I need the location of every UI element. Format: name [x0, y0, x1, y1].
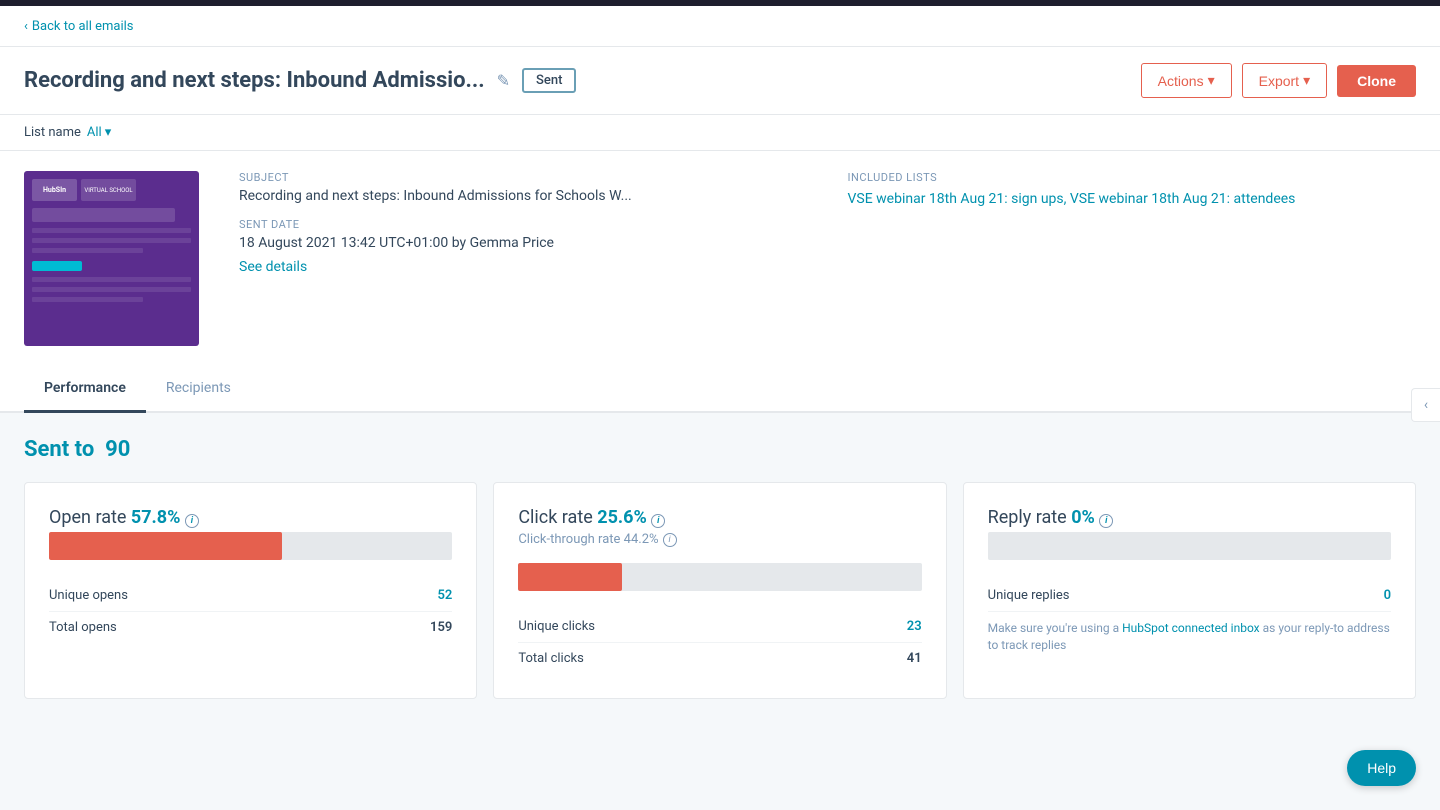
sent-date-label: Sent date — [239, 218, 808, 231]
click-rate-info-icon[interactable]: i — [651, 514, 665, 528]
total-clicks-value: 41 — [907, 651, 922, 666]
thumb-logo-2: VIRTUAL SCHOOL — [81, 179, 136, 201]
click-through-rate-subtitle: Click-through rate 44.2% i — [518, 532, 921, 547]
tab-performance[interactable]: Performance — [24, 366, 146, 413]
export-caret-icon: ▾ — [1303, 72, 1310, 89]
back-arrow-icon: ‹ — [24, 19, 28, 34]
actions-button-label: Actions — [1158, 73, 1204, 89]
reply-rate-progress-container — [988, 532, 1391, 560]
click-rate-progress-container — [518, 563, 921, 591]
export-button-label: Export — [1259, 73, 1299, 89]
click-through-info-icon[interactable]: i — [663, 533, 677, 547]
unique-replies-label: Unique replies — [988, 588, 1070, 603]
sent-to-value: 90 — [105, 437, 130, 462]
breadcrumb-label: Back to all emails — [32, 19, 134, 34]
reply-rate-info-icon[interactable]: i — [1099, 514, 1113, 528]
metrics-grid: Open rate 57.8% i Unique opens 52 Total … — [24, 482, 1416, 699]
performance-section: Sent to 90 Open rate 57.8% i Unique open… — [0, 413, 1440, 723]
list-name-bar: List name All ▾ — [0, 115, 1440, 151]
list-name-value-link[interactable]: All ▾ — [87, 125, 111, 140]
open-rate-progress-container — [49, 532, 452, 560]
actions-caret-icon: ▾ — [1208, 72, 1215, 89]
thumb-logo-row: HubSIn VIRTUAL SCHOOL — [32, 179, 191, 201]
list-name-label: List name — [24, 125, 81, 140]
open-rate-info-icon[interactable]: i — [185, 514, 199, 528]
thumb-line-6 — [32, 297, 143, 302]
right-panel-chevron-icon: ‹ — [1416, 395, 1436, 415]
thumb-line-5 — [32, 287, 191, 292]
header-left: Recording and next steps: Inbound Admiss… — [24, 68, 576, 93]
click-rate-card: Click rate 25.6% i Click-through rate 44… — [493, 482, 946, 699]
thumb-line-2 — [32, 238, 191, 243]
total-opens-value: 159 — [430, 620, 452, 635]
breadcrumb-bar: ‹ Back to all emails — [0, 6, 1440, 47]
total-opens-row: Total opens 159 — [49, 612, 452, 643]
status-badge: Sent — [522, 68, 576, 93]
subject-label: Subject — [239, 171, 808, 184]
email-meta: Subject Recording and next steps: Inboun… — [239, 171, 808, 346]
tab-recipients[interactable]: Recipients — [146, 366, 251, 413]
page-title: Recording and next steps: Inbound Admiss… — [24, 68, 485, 93]
included-lists-section: Included lists VSE webinar 18th Aug 21: … — [848, 171, 1417, 346]
reply-rate-value: 0% — [1071, 507, 1095, 528]
open-rate-progress-fill — [49, 532, 282, 560]
unique-opens-label: Unique opens — [49, 588, 128, 603]
unique-replies-row: Unique replies 0 — [988, 580, 1391, 612]
thumb-line-4 — [32, 277, 191, 282]
tab-recipients-label: Recipients — [166, 380, 231, 396]
unique-opens-value: 52 — [437, 588, 452, 603]
thumb-title-bar — [32, 208, 175, 222]
unique-clicks-row: Unique clicks 23 — [518, 611, 921, 643]
click-through-rate-label: Click-through rate 44.2% — [518, 532, 658, 547]
email-thumbnail: HubSIn VIRTUAL SCHOOL — [24, 171, 199, 346]
sent-date-value: 18 August 2021 13:42 UTC+01:00 by Gemma … — [239, 235, 808, 251]
back-to-all-emails-link[interactable]: ‹ Back to all emails — [24, 19, 133, 34]
help-button[interactable]: Help — [1347, 750, 1416, 786]
total-opens-label: Total opens — [49, 620, 117, 635]
list-name-value: All — [87, 125, 102, 140]
open-rate-title: Open rate 57.8% i — [49, 507, 452, 528]
click-rate-progress-fill — [518, 563, 621, 591]
sent-to-label: Sent to — [24, 437, 94, 462]
unique-replies-value: 0 — [1384, 588, 1391, 603]
included-lists-value[interactable]: VSE webinar 18th Aug 21: sign ups, VSE w… — [848, 188, 1417, 210]
open-rate-value: 57.8% — [131, 507, 181, 528]
thumbnail-inner: HubSIn VIRTUAL SCHOOL — [24, 171, 199, 346]
tab-performance-label: Performance — [44, 380, 126, 396]
edit-icon[interactable]: ✎ — [497, 71, 510, 90]
right-panel-toggle[interactable]: ‹ — [1411, 388, 1440, 422]
hubspot-note-text: Make sure you're using a HubSpot connect… — [988, 620, 1391, 654]
export-button[interactable]: Export ▾ — [1242, 63, 1328, 98]
unique-clicks-value: 23 — [907, 619, 922, 634]
hubspot-note-row: Make sure you're using a HubSpot connect… — [988, 612, 1391, 662]
tabs-section: Performance Recipients — [0, 366, 1440, 413]
unique-clicks-label: Unique clicks — [518, 619, 595, 634]
thumb-line-1 — [32, 228, 191, 233]
click-rate-value: 25.6% — [597, 507, 647, 528]
list-name-caret-icon: ▾ — [105, 125, 112, 140]
total-clicks-label: Total clicks — [518, 651, 583, 666]
unique-opens-row: Unique opens 52 — [49, 580, 452, 612]
email-content-section: HubSIn VIRTUAL SCHOOL Subject Recording … — [0, 151, 1440, 366]
header-right: Actions ▾ Export ▾ Clone — [1141, 63, 1416, 98]
reply-rate-card: Reply rate 0% i Unique replies 0 Make su… — [963, 482, 1416, 699]
included-lists-label: Included lists — [848, 171, 1417, 184]
subject-value: Recording and next steps: Inbound Admiss… — [239, 188, 808, 204]
thumb-cta-button — [32, 261, 82, 271]
click-rate-title: Click rate 25.6% i — [518, 507, 921, 528]
reply-rate-title: Reply rate 0% i — [988, 507, 1391, 528]
page-header: Recording and next steps: Inbound Admiss… — [0, 47, 1440, 115]
thumb-logo-1: HubSIn — [32, 179, 77, 201]
thumb-line-3 — [32, 248, 143, 253]
open-rate-card: Open rate 57.8% i Unique opens 52 Total … — [24, 482, 477, 699]
total-clicks-row: Total clicks 41 — [518, 643, 921, 674]
hubspot-connected-inbox-link[interactable]: HubSpot connected inbox — [1122, 621, 1260, 635]
see-details-link[interactable]: See details — [239, 259, 307, 275]
actions-button[interactable]: Actions ▾ — [1141, 63, 1232, 98]
sent-to-header: Sent to 90 — [24, 437, 1416, 462]
clone-button[interactable]: Clone — [1337, 65, 1416, 97]
